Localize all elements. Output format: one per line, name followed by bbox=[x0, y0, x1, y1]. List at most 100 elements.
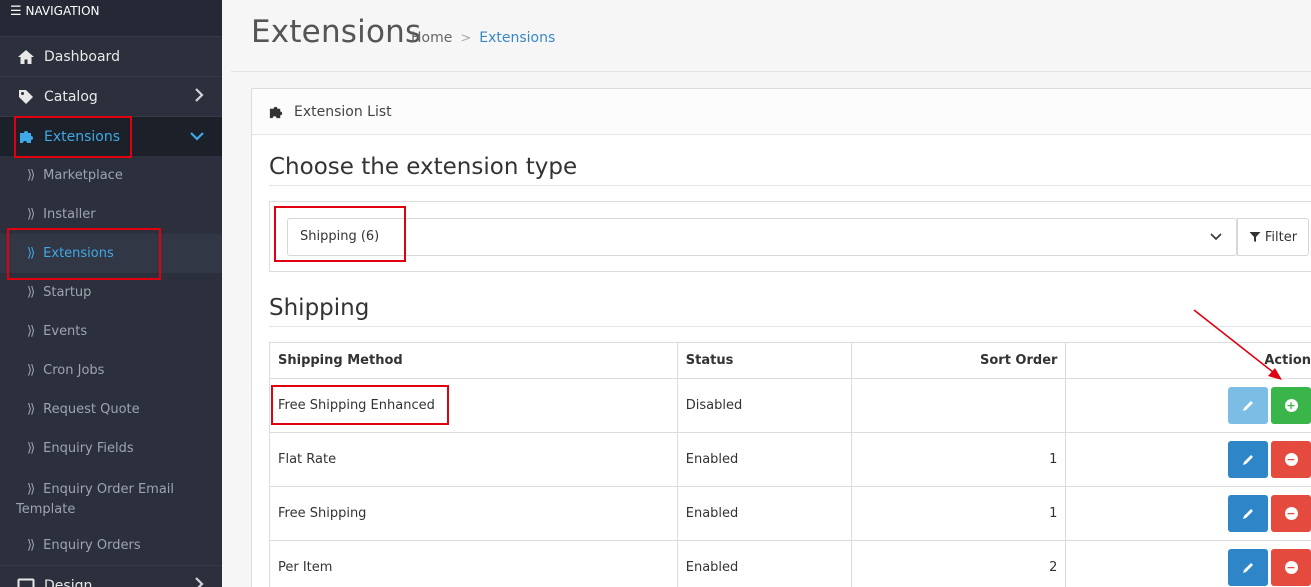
method-cell: Flat Rate bbox=[269, 432, 678, 487]
sidebar-subitem-installer[interactable]: ⟩⟩ Installer bbox=[0, 195, 222, 234]
sidebar-item-label: Catalog bbox=[44, 88, 98, 105]
page-title: Extensions bbox=[251, 14, 422, 50]
sort-order-cell bbox=[851, 378, 1067, 433]
table-row: Free Shipping Enhanced Disabled + bbox=[269, 378, 1311, 433]
sidebar-subitem-label: Enquiry Fields bbox=[43, 441, 134, 456]
uninstall-button[interactable]: − bbox=[1271, 495, 1311, 532]
minus-circle-icon: − bbox=[1284, 453, 1298, 466]
sidebar-subitem-label: Installer bbox=[43, 207, 96, 222]
breadcrumb-extensions[interactable]: Extensions bbox=[479, 30, 555, 46]
sidebar-item-design[interactable]: Design bbox=[0, 565, 222, 587]
method-cell: Free Shipping Enhanced bbox=[269, 378, 678, 433]
method-cell: Per Item bbox=[269, 540, 678, 587]
divider bbox=[269, 185, 1311, 186]
minus-circle-icon: − bbox=[1284, 561, 1298, 574]
filter-well: Shipping (6) Filter bbox=[269, 201, 1311, 272]
panel-heading-label: Extension List bbox=[294, 103, 392, 120]
sidebar-subitem-label: Startup bbox=[43, 285, 92, 300]
double-chevron-icon: ⟩⟩ bbox=[27, 246, 35, 261]
nav-header[interactable]: ☰ NAVIGATION bbox=[0, 0, 222, 36]
panel-heading: Extension List bbox=[252, 89, 1311, 135]
edit-button[interactable] bbox=[1228, 441, 1268, 478]
sidebar-item-catalog[interactable]: Catalog bbox=[0, 76, 222, 116]
sidebar-subitem-startup[interactable]: ⟩⟩ Startup bbox=[0, 273, 222, 312]
uninstall-button[interactable]: − bbox=[1271, 549, 1311, 586]
uninstall-button[interactable]: − bbox=[1271, 441, 1311, 478]
sidebar-item-label: Design bbox=[44, 577, 93, 587]
page-header: Extensions Home > Extensions bbox=[231, 0, 1311, 72]
table-row: Per Item Enabled 2 − bbox=[269, 540, 1311, 587]
extension-type-select-value: Shipping (6) bbox=[300, 229, 380, 244]
sidebar-subitem-label: Enquiry Orders bbox=[43, 538, 141, 553]
double-chevron-icon: ⟩⟩ bbox=[27, 324, 35, 339]
sidebar-subitem-label: Enquiry Order Email Template bbox=[16, 482, 175, 517]
sidebar-subitem-enquiry-order-email-template[interactable]: ⟩⟩ Enquiry Order Email Template bbox=[0, 468, 222, 526]
sidebar-item-label: Extensions bbox=[44, 128, 121, 145]
sidebar-subitem-request-quote[interactable]: ⟩⟩ Request Quote bbox=[0, 390, 222, 429]
column-header-sort-order[interactable]: Sort Order bbox=[851, 342, 1067, 379]
pencil-icon bbox=[1243, 508, 1253, 519]
double-chevron-icon: ⟩⟩ bbox=[27, 538, 35, 553]
divider bbox=[269, 326, 1311, 327]
extension-type-select[interactable]: Shipping (6) bbox=[287, 218, 1237, 256]
edit-button[interactable] bbox=[1228, 387, 1268, 424]
method-name: Free Shipping Enhanced bbox=[278, 398, 435, 413]
status-cell: Disabled bbox=[676, 378, 853, 433]
sidebar-subitem-wrap: ⟩⟩ Enquiry Order Email Template bbox=[16, 480, 222, 520]
sidebar-subitem-events[interactable]: ⟩⟩ Events bbox=[0, 312, 222, 351]
edit-button[interactable] bbox=[1228, 495, 1268, 532]
double-chevron-icon: ⟩⟩ bbox=[27, 285, 35, 300]
shipping-section-title: Shipping bbox=[269, 295, 370, 321]
sidebar-subitem-label: Cron Jobs bbox=[43, 363, 105, 378]
filter-button[interactable]: Filter bbox=[1237, 218, 1309, 256]
double-chevron-icon: ⟩⟩ bbox=[27, 482, 35, 497]
filter-icon bbox=[1249, 231, 1261, 243]
status-cell: Enabled bbox=[676, 540, 853, 587]
nav-header-label: NAVIGATION bbox=[25, 4, 100, 18]
monitor-icon bbox=[16, 578, 36, 587]
sidebar-subitem-label: Marketplace bbox=[43, 168, 123, 183]
column-header-method[interactable]: Shipping Method bbox=[269, 342, 678, 379]
breadcrumb-separator-icon: > bbox=[460, 31, 472, 46]
sidebar-subitem-extensions[interactable]: ⟩⟩ Extensions bbox=[0, 234, 222, 273]
action-cell: − bbox=[1065, 432, 1311, 487]
sidebar-subitem-label: Request Quote bbox=[43, 402, 140, 417]
table-row: Flat Rate Enabled 1 − bbox=[269, 432, 1311, 487]
sidebar-subitem-label: Extensions bbox=[43, 246, 114, 261]
double-chevron-icon: ⟩⟩ bbox=[27, 363, 35, 378]
home-icon bbox=[16, 49, 36, 65]
install-button[interactable]: + bbox=[1271, 387, 1311, 424]
pencil-icon bbox=[1243, 454, 1253, 465]
tag-icon bbox=[16, 89, 36, 105]
breadcrumb-home[interactable]: Home bbox=[411, 30, 452, 46]
action-cell: − bbox=[1065, 486, 1311, 541]
action-cell: − bbox=[1065, 540, 1311, 587]
choose-type-title: Choose the extension type bbox=[269, 154, 578, 180]
sort-order-cell: 2 bbox=[851, 540, 1067, 587]
sidebar-subitem-marketplace[interactable]: ⟩⟩ Marketplace bbox=[0, 156, 222, 195]
chevron-right-icon bbox=[194, 87, 204, 106]
extension-panel: Extension List Choose the extension type… bbox=[251, 88, 1311, 587]
double-chevron-icon: ⟩⟩ bbox=[27, 441, 35, 456]
column-header-status[interactable]: Status bbox=[676, 342, 853, 379]
sidebar-item-dashboard[interactable]: Dashboard bbox=[0, 36, 222, 76]
sidebar-item-extensions[interactable]: Extensions bbox=[0, 116, 222, 156]
sidebar-subitem-enquiry-orders[interactable]: ⟩⟩ Enquiry Orders bbox=[0, 526, 222, 565]
status-cell: Enabled bbox=[676, 432, 853, 487]
plus-circle-icon: + bbox=[1284, 399, 1298, 412]
double-chevron-icon: ⟩⟩ bbox=[27, 402, 35, 417]
chevron-right-icon bbox=[194, 576, 204, 587]
double-chevron-icon: ⟩⟩ bbox=[27, 207, 35, 222]
pencil-icon bbox=[1243, 400, 1253, 411]
menu-bars-icon[interactable]: ☰ bbox=[10, 4, 22, 19]
sidebar-subitem-cron-jobs[interactable]: ⟩⟩ Cron Jobs bbox=[0, 351, 222, 390]
annotation-arrow-icon bbox=[1193, 309, 1282, 380]
chevron-down-icon bbox=[1210, 230, 1222, 245]
edit-button[interactable] bbox=[1228, 549, 1268, 586]
sidebar: ☰ NAVIGATION Dashboard Catalog Extension… bbox=[0, 0, 222, 587]
table-header-row: Shipping Method Status Sort Order Action bbox=[269, 342, 1311, 379]
sort-order-cell: 1 bbox=[851, 432, 1067, 487]
sidebar-subitem-enquiry-fields[interactable]: ⟩⟩ Enquiry Fields bbox=[0, 429, 222, 468]
sidebar-subitem-label: Events bbox=[43, 324, 88, 339]
shipping-table: Shipping Method Status Sort Order Action… bbox=[269, 342, 1311, 587]
